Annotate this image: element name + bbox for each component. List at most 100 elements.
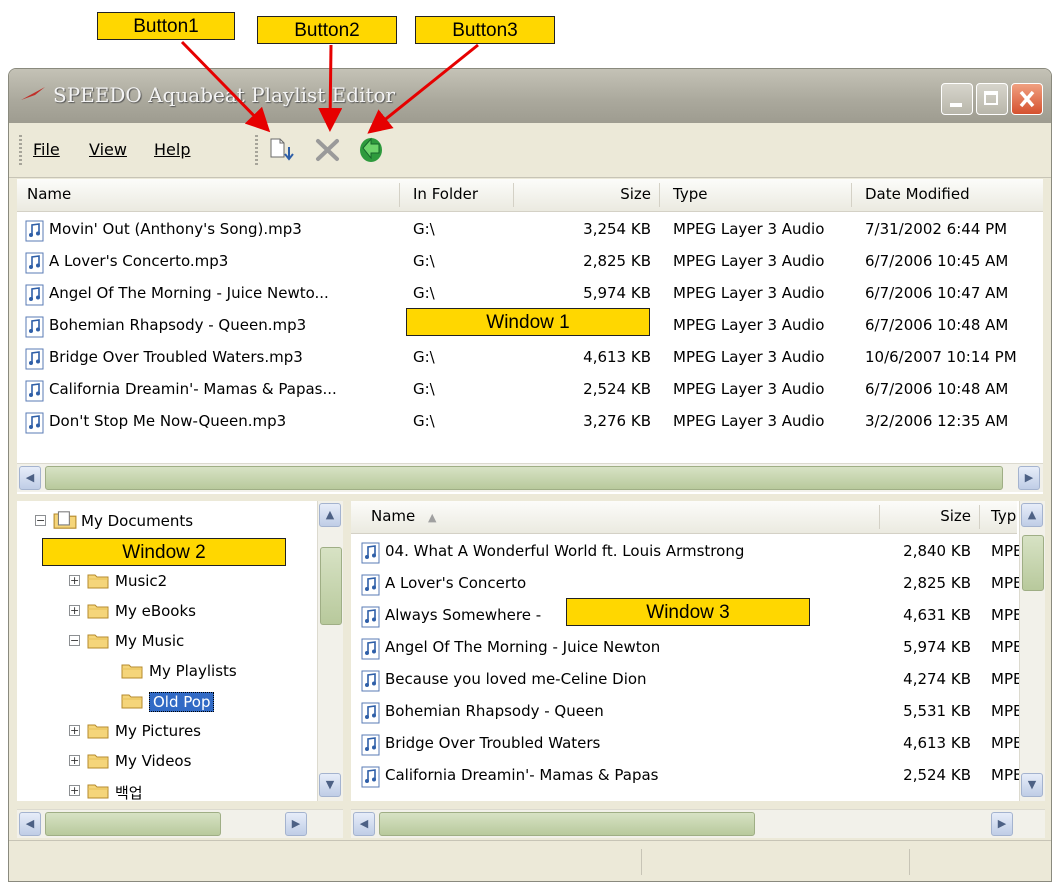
tree-item[interactable]: − My Documents	[17, 507, 317, 537]
delete-button[interactable]	[313, 133, 343, 165]
file-row[interactable]: Bohemian Rhapsody - Queen 5,531 KB MPE	[351, 697, 1022, 728]
menu-help[interactable]: Help	[154, 140, 190, 159]
collapse-icon[interactable]: −	[69, 635, 80, 646]
tree-item[interactable]: + 백업	[17, 777, 317, 801]
files-scroll-up-button[interactable]: ▲	[1021, 503, 1043, 527]
tree-item[interactable]: + My eBooks	[17, 597, 317, 627]
expand-icon[interactable]: +	[69, 755, 80, 766]
playlist-row-type: MPEG Layer 3 Audio	[673, 412, 825, 430]
playlist-row[interactable]: California Dreamin'- Mamas & Papas... G:\…	[17, 375, 1043, 406]
col-type[interactable]: Type	[673, 185, 707, 203]
collapse-icon[interactable]: −	[35, 515, 46, 526]
tree-item-label: My Pictures	[115, 722, 201, 740]
tree-item[interactable]: − My Music	[17, 627, 317, 657]
tree-item[interactable]: My Playlists	[17, 657, 317, 687]
documents-folder-icon	[53, 511, 77, 529]
title-bar[interactable]: SPEEDO Aquabeat Playlist Editor	[9, 69, 1051, 123]
expand-icon[interactable]: +	[69, 605, 80, 616]
playlist-row-size: 3,276 KB	[583, 412, 651, 430]
audio-file-icon	[25, 380, 44, 402]
export-button[interactable]	[355, 133, 385, 165]
tree-hscroll-thumb[interactable]	[45, 812, 221, 836]
scroll-right-button[interactable]: ▶	[1018, 466, 1040, 490]
tree-scroll-left-button[interactable]: ◀	[19, 812, 41, 836]
expand-icon[interactable]: +	[69, 575, 80, 586]
tree-item-label: Music2	[115, 572, 168, 590]
audio-file-icon	[361, 574, 380, 596]
file-row[interactable]: Angel Of The Morning - Juice Newton 5,974…	[351, 633, 1022, 664]
playlist-row[interactable]: Angel Of The Morning - Juice Newto... G:\…	[17, 279, 1043, 310]
expand-icon[interactable]: +	[69, 725, 80, 736]
file-row-name: Always Somewhere -	[385, 606, 542, 624]
file-row-name: 04. What A Wonderful World ft. Louis Arm…	[385, 542, 745, 560]
playlist-row[interactable]: Bridge Over Troubled Waters.mp3 G:\ 4,613 …	[17, 343, 1043, 374]
file-list-header: Name ▲ Size Typ	[351, 501, 1017, 534]
file-col-size[interactable]: Size	[891, 507, 971, 525]
tree-hscrollbar[interactable]: ◀ ▶	[17, 809, 343, 838]
menu-file[interactable]: File	[33, 140, 60, 159]
playlist-row-type: MPEG Layer 3 Audio	[673, 348, 825, 366]
file-row[interactable]: A Lover's Concerto 2,825 KB MPE	[351, 569, 1022, 600]
tree-item-label: My Documents	[81, 512, 194, 530]
file-row-type: MPE	[991, 638, 1023, 656]
file-row[interactable]: 04. What A Wonderful World ft. Louis Arm…	[351, 537, 1022, 568]
playlist-row-name: Bridge Over Troubled Waters.mp3	[49, 348, 303, 366]
menu-view[interactable]: View	[89, 140, 127, 159]
tree-item[interactable]: + Music2	[17, 567, 317, 597]
scroll-thumb[interactable]	[45, 466, 1003, 490]
expand-icon[interactable]: +	[69, 785, 80, 796]
col-size[interactable]: Size	[527, 185, 651, 203]
playlist-row[interactable]: Movin' Out (Anthony's Song).mp3 G:\ 3,254 …	[17, 215, 1043, 246]
file-row-size: 5,531 KB	[903, 702, 971, 720]
files-scroll-right-button[interactable]: ▶	[991, 812, 1013, 836]
playlist-row-name: California Dreamin'- Mamas & Papas...	[49, 380, 337, 398]
files-hscroll-thumb[interactable]	[379, 812, 755, 836]
tree-scroll-down-button[interactable]: ▼	[319, 773, 341, 797]
tree-scroll-up-button[interactable]: ▲	[319, 503, 341, 527]
tree-scroll-thumb[interactable]	[320, 547, 342, 625]
close-button[interactable]	[1011, 83, 1043, 115]
playlist-row[interactable]: A Lover's Concerto.mp3 G:\ 2,825 KB MPEG La…	[17, 247, 1043, 278]
minimize-button[interactable]	[941, 83, 973, 115]
col-modified[interactable]: Date Modified	[865, 185, 970, 203]
audio-file-icon	[25, 316, 44, 338]
file-row-type: MPE	[991, 734, 1023, 752]
file-row-name: Angel Of The Morning - Juice Newton	[385, 638, 661, 656]
folder-icon	[87, 574, 109, 589]
playlist-row[interactable]: Don't Stop Me Now-Queen.mp3 G:\ 3,276 KB MP…	[17, 407, 1043, 438]
tree-scroll-right-button[interactable]: ▶	[285, 812, 307, 836]
files-scroll-down-button[interactable]: ▼	[1021, 773, 1043, 797]
tree-vscrollbar[interactable]: ▲ ▼	[317, 501, 343, 801]
files-hscrollbar[interactable]: ◀ ▶	[351, 809, 1045, 838]
minimize-icon	[950, 103, 962, 107]
file-row-type: MPE	[991, 606, 1023, 624]
files-vscrollbar[interactable]: ▲ ▼	[1019, 501, 1045, 801]
files-scroll-left-button[interactable]: ◀	[353, 812, 375, 836]
tree-item[interactable]: + My Videos	[17, 747, 317, 777]
playlist-row-folder: G:\	[413, 284, 435, 302]
file-row[interactable]: California Dreamin'- Mamas & Papas 2,524 …	[351, 761, 1022, 792]
tree-item[interactable]: Old Pop	[17, 687, 317, 717]
file-row-type: MPE	[991, 542, 1023, 560]
playlist-row-type: MPEG Layer 3 Audio	[673, 252, 825, 270]
scroll-left-button[interactable]: ◀	[19, 466, 41, 490]
maximize-button[interactable]	[976, 83, 1008, 115]
col-folder[interactable]: In Folder	[413, 185, 478, 203]
file-row-type: MPE	[991, 670, 1023, 688]
tree-item[interactable]: + My Pictures	[17, 717, 317, 747]
toolbar-grip[interactable]	[255, 135, 258, 165]
files-scroll-thumb[interactable]	[1022, 535, 1044, 591]
col-name[interactable]: Name	[27, 185, 71, 203]
menu-grip[interactable]	[19, 135, 22, 165]
playlist-header: Name In Folder Size Type Date Modified	[17, 179, 1043, 212]
file-row[interactable]: Because you loved me-Celine Dion 4,274 KB…	[351, 665, 1022, 696]
playlist-hscrollbar[interactable]: ◀ ▶	[17, 463, 1043, 492]
playlist-row-modified: 3/2/2006 12:35 AM	[865, 412, 1009, 430]
playlist-row-size: 5,974 KB	[583, 284, 651, 302]
file-col-type[interactable]: Typ	[991, 507, 1016, 525]
file-col-name[interactable]: Name ▲	[371, 507, 437, 525]
add-to-playlist-button[interactable]	[267, 133, 297, 165]
playlist-row-type: MPEG Layer 3 Audio	[673, 316, 825, 334]
file-row[interactable]: Bridge Over Troubled Waters 4,613 KB MPE	[351, 729, 1022, 760]
playlist-row-size: 2,825 KB	[583, 252, 651, 270]
